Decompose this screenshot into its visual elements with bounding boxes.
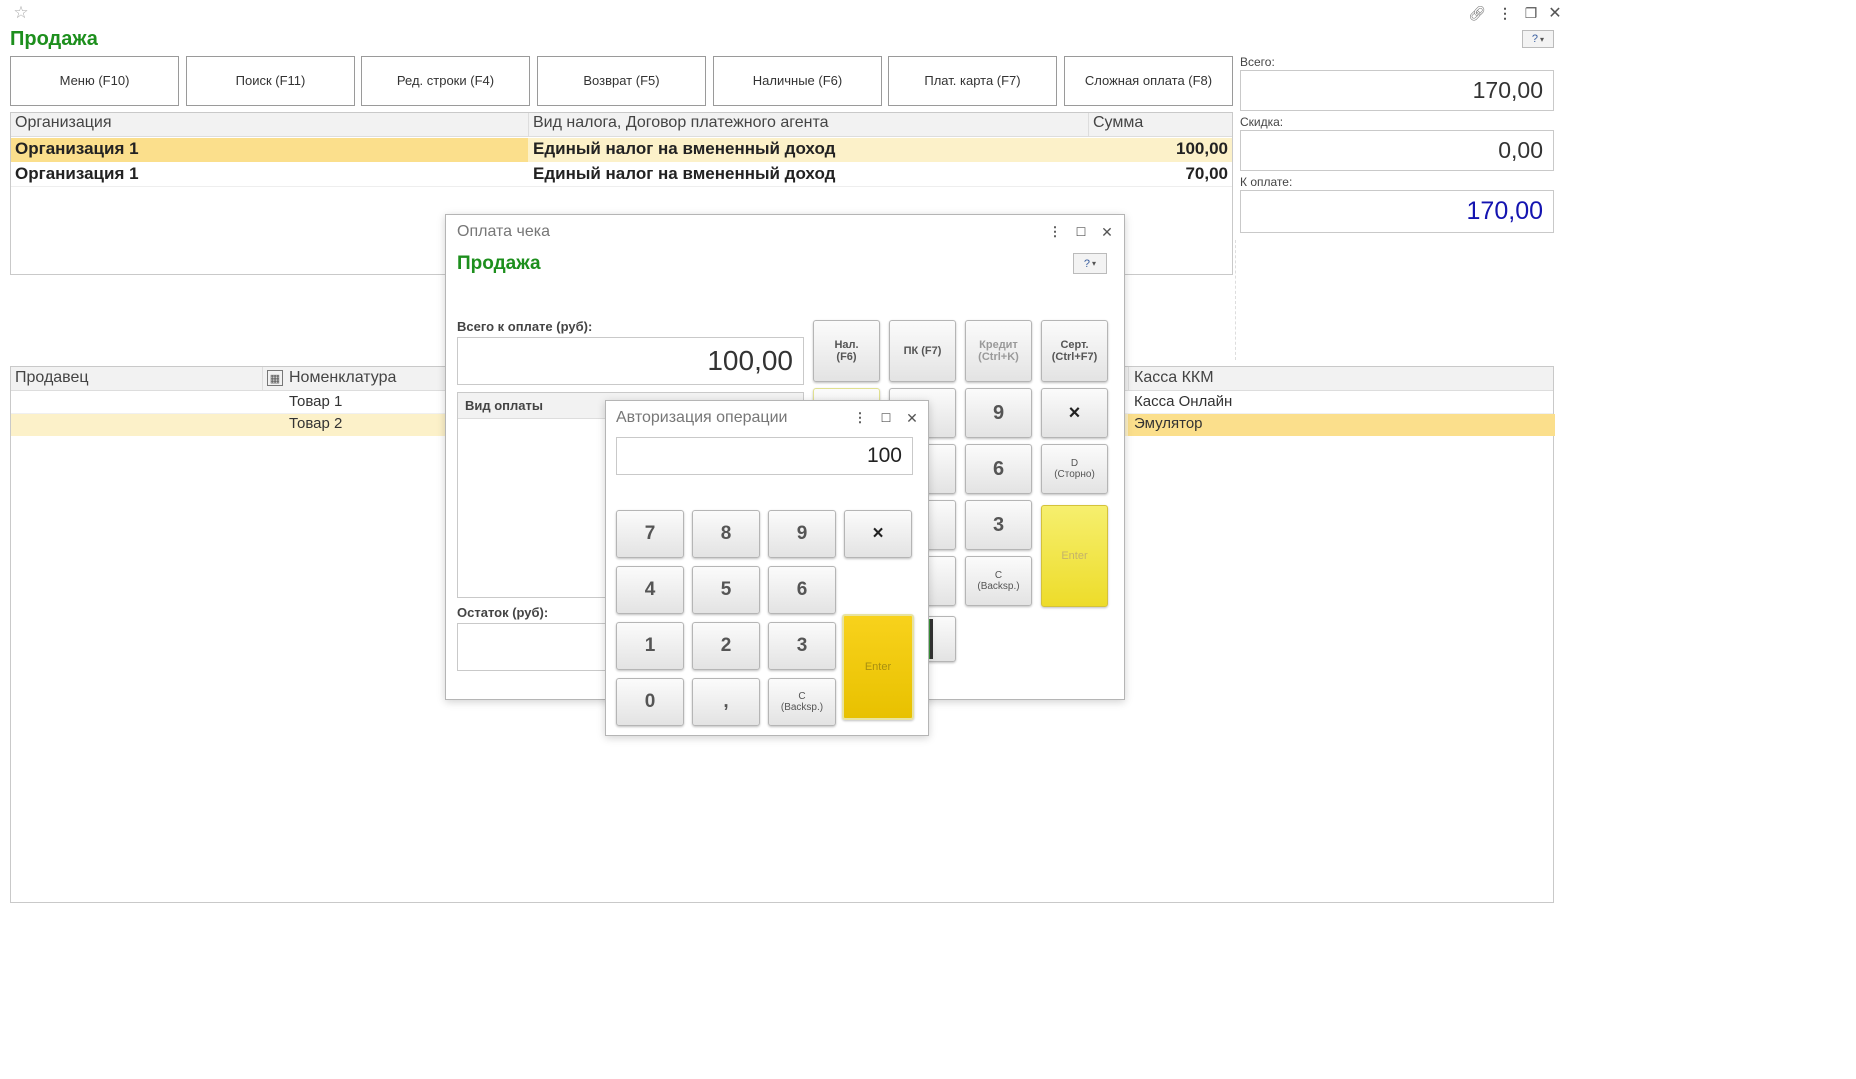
auth-key-7[interactable]: 7 (616, 510, 684, 558)
auth-dialog: Авторизация операции ⋮ ☐ ✕ 100 7 8 9 × 4… (605, 400, 929, 736)
more-icon[interactable]: ⋮ (1496, 4, 1514, 22)
more-icon[interactable]: ⋮ (1047, 223, 1063, 241)
sum-cell: 70,00 (1185, 164, 1228, 183)
credit-key[interactable]: Кредит (Ctrl+K) (965, 320, 1032, 382)
payment-key-times[interactable]: × (1041, 388, 1108, 438)
close-icon[interactable]: ✕ (1546, 4, 1564, 22)
kkm-cell: Эмулятор (1134, 415, 1203, 432)
more-icon[interactable]: ⋮ (852, 409, 868, 427)
auth-key-times[interactable]: × (844, 510, 912, 558)
total-value: 170,00 (1472, 77, 1543, 103)
cash-button[interactable]: Наличные (F6) (713, 56, 882, 106)
payment-enter-key[interactable]: Enter (1041, 505, 1108, 607)
tax-cell: Единый налог на вмененный доход (533, 164, 836, 183)
link-icon[interactable]: 🔗︎ (1468, 4, 1486, 22)
maximize-icon[interactable]: ☐ (1073, 223, 1089, 241)
payment-total-value: 100,00 (707, 345, 793, 376)
total-field: 170,00 (1240, 70, 1554, 111)
auth-key-6[interactable]: 6 (768, 566, 836, 614)
search-button[interactable]: Поиск (F11) (186, 56, 355, 106)
chevron-down-icon: ▾ (1092, 259, 1097, 268)
payment-key-3[interactable]: 3 (965, 500, 1032, 550)
remainder-label: Остаток (руб): (457, 605, 549, 620)
star-icon[interactable]: ☆ (12, 3, 30, 22)
topay-field: 170,00 (1240, 190, 1554, 233)
card-button[interactable]: Плат. карта (F7) (888, 56, 1057, 106)
auth-enter-key[interactable]: Enter (842, 614, 914, 720)
item-cell: Товар 1 (289, 393, 343, 410)
column-header-seller[interactable]: Продавец (15, 369, 89, 387)
edit-row-button[interactable]: Ред. строки (F4) (361, 56, 530, 106)
column-header-paytype[interactable]: Вид оплаты (465, 398, 543, 413)
maximize-icon[interactable]: ☐ (878, 409, 894, 427)
storno-key[interactable]: D (Сторно) (1041, 444, 1108, 494)
restore-icon[interactable]: ❐ (1522, 4, 1540, 22)
column-header-item[interactable]: Номенклатура (289, 369, 396, 387)
payment-backspace-key[interactable]: C (Backsp.) (965, 556, 1032, 606)
payment-key-9[interactable]: 9 (965, 388, 1032, 438)
org-table-col-divider (528, 113, 529, 137)
auth-backspace-key[interactable]: C (Backsp.) (768, 678, 836, 726)
discount-field: 0,00 (1240, 130, 1554, 171)
help-dropdown-button[interactable]: ? ▾ (1073, 253, 1107, 274)
close-icon[interactable]: ✕ (1099, 223, 1115, 241)
auth-key-comma[interactable]: , (692, 678, 760, 726)
table-settings-icon[interactable]: ▦ (267, 370, 283, 386)
auth-key-5[interactable]: 5 (692, 566, 760, 614)
column-header-kkm[interactable]: Касса ККМ (1134, 369, 1214, 387)
auth-value-field[interactable]: 100 (616, 437, 913, 475)
sum-cell: 100,00 (1176, 139, 1228, 158)
kkm-cell: Касса Онлайн (1134, 393, 1233, 410)
chevron-down-icon: ▾ (1540, 34, 1545, 44)
column-header-tax[interactable]: Вид налога, Договор платежного агента (533, 114, 829, 132)
payment-total-label: Всего к оплате (руб): (457, 319, 593, 334)
topay-value: 170,00 (1466, 197, 1543, 225)
column-header-sum[interactable]: Сумма (1093, 114, 1143, 132)
payment-total-field: 100,00 (457, 337, 804, 385)
separator (1235, 240, 1236, 360)
certificate-key[interactable]: Серт. (Ctrl+F7) (1041, 320, 1108, 382)
payment-dialog-title: Оплата чека (457, 223, 550, 240)
payment-key-6[interactable]: 6 (965, 444, 1032, 494)
tax-cell: Единый налог на вмененный доход (533, 139, 836, 158)
goods-table-col-divider (262, 367, 263, 391)
menu-button[interactable]: Меню (F10) (10, 56, 179, 106)
auth-key-4[interactable]: 4 (616, 566, 684, 614)
auth-key-3[interactable]: 3 (768, 622, 836, 670)
help-icon: ? (1083, 257, 1091, 270)
close-icon[interactable]: ✕ (904, 409, 920, 427)
table-row[interactable]: Организация 1 Единый налог на вмененный … (11, 138, 1232, 162)
discount-label: Скидка: (1240, 115, 1284, 129)
card-key[interactable]: ПК (F7) (889, 320, 956, 382)
complex-payment-button[interactable]: Сложная оплата (F8) (1064, 56, 1233, 106)
help-dropdown-button[interactable]: ? ▾ (1522, 30, 1554, 48)
payment-dialog-subtitle: Продажа (457, 253, 541, 274)
goods-table-col-divider (1128, 367, 1129, 391)
auth-key-2[interactable]: 2 (692, 622, 760, 670)
topay-label: К оплате: (1240, 175, 1293, 189)
auth-key-8[interactable]: 8 (692, 510, 760, 558)
auth-key-0[interactable]: 0 (616, 678, 684, 726)
return-button[interactable]: Возврат (F5) (537, 56, 706, 106)
auth-value: 100 (866, 444, 902, 467)
org-cell: Организация 1 (15, 164, 139, 183)
discount-value: 0,00 (1498, 137, 1543, 163)
org-table-col-divider (1088, 113, 1089, 137)
org-cell: Организация 1 (15, 139, 139, 158)
cash-key[interactable]: Нал. (F6) (813, 320, 880, 382)
help-icon: ? (1531, 33, 1539, 45)
auth-key-1[interactable]: 1 (616, 622, 684, 670)
page-title: Продажа (10, 28, 98, 50)
column-header-org[interactable]: Организация (15, 114, 112, 132)
table-row[interactable]: Организация 1 Единый налог на вмененный … (11, 163, 1232, 187)
auth-key-9[interactable]: 9 (768, 510, 836, 558)
auth-dialog-title: Авторизация операции (616, 409, 788, 426)
total-label: Всего: (1240, 55, 1275, 69)
item-cell: Товар 2 (289, 415, 343, 432)
